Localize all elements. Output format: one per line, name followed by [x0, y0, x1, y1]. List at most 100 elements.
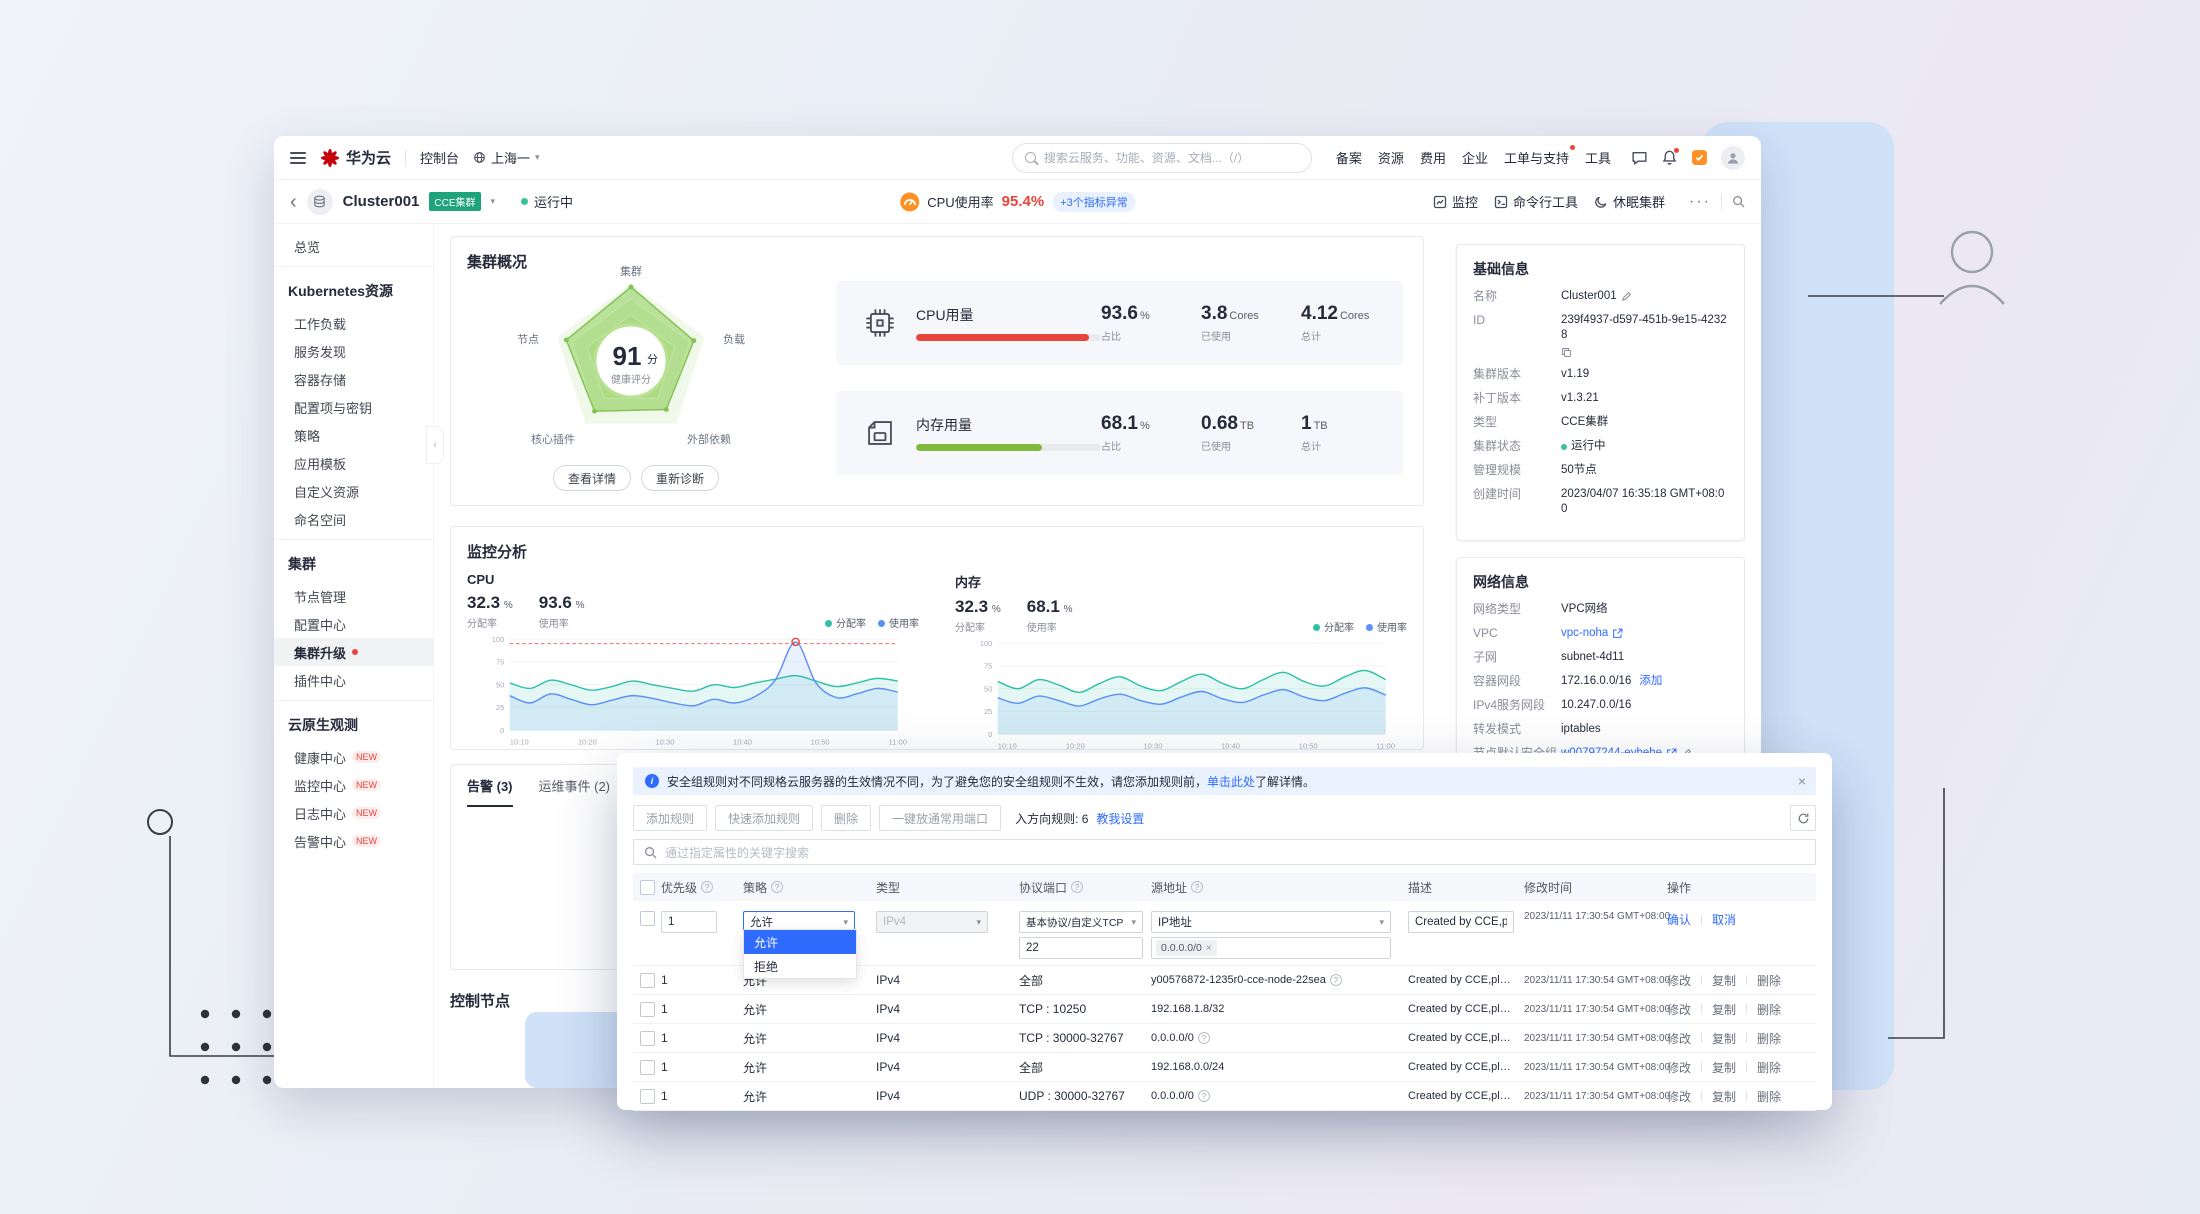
copy-link[interactable]: 复制	[1712, 1030, 1736, 1047]
topnav-link[interactable]: 费用	[1420, 148, 1446, 167]
sidebar-item[interactable]: 告警中心NEW	[274, 827, 433, 855]
refresh-button[interactable]	[1790, 805, 1816, 831]
copy-link[interactable]: 复制	[1712, 1059, 1736, 1076]
source-type-select[interactable]: IP地址▾	[1151, 911, 1391, 933]
select-all-checkbox[interactable]	[640, 880, 655, 895]
legend-item[interactable]: 使用率	[1366, 619, 1407, 634]
delete-link[interactable]: 删除	[1757, 1059, 1781, 1076]
row-checkbox[interactable]	[640, 1060, 655, 1075]
delete-link[interactable]: 删除	[1757, 972, 1781, 989]
topnav-link[interactable]: 企业	[1462, 148, 1488, 167]
help-icon[interactable]: ?	[1071, 881, 1083, 893]
port-input[interactable]	[1019, 937, 1143, 959]
toolbar-button[interactable]: 添加规则	[633, 805, 707, 831]
delete-link[interactable]: 删除	[1757, 1001, 1781, 1018]
global-search[interactable]: 搜索云服务、功能、资源、文档...（/）	[1012, 143, 1312, 173]
remove-tag-icon[interactable]: ×	[1206, 943, 1212, 954]
protocol-select[interactable]: 基本协议/自定义TCP▾	[1019, 911, 1143, 933]
sidebar-item[interactable]: 配置项与密钥	[274, 393, 433, 421]
help-icon[interactable]: ?	[1198, 1032, 1210, 1044]
header-search-icon[interactable]	[1732, 195, 1745, 208]
sidebar-item[interactable]: 日志中心NEW	[274, 799, 433, 827]
region-selector[interactable]: 上海一 ▾	[473, 148, 540, 167]
confirm-link[interactable]: 确认	[1667, 911, 1691, 928]
dropdown-option[interactable]: 拒绝	[744, 954, 856, 978]
topnav-link[interactable]: 工具	[1585, 148, 1611, 167]
external-icon[interactable]	[1612, 628, 1623, 639]
modify-link[interactable]: 修改	[1667, 1059, 1691, 1076]
banner-link[interactable]: 单击此处	[1207, 775, 1255, 789]
modify-link[interactable]: 修改	[1667, 1030, 1691, 1047]
sidebar-item[interactable]: 总览	[274, 232, 433, 260]
source-input[interactable]: 0.0.0.0/0×	[1151, 937, 1391, 959]
copy-icon[interactable]	[1561, 347, 1572, 358]
sidebar-item[interactable]: 命名空间	[274, 505, 433, 533]
row-checkbox[interactable]	[640, 973, 655, 988]
modify-link[interactable]: 修改	[1667, 1088, 1691, 1105]
legend-item[interactable]: 分配率	[825, 615, 866, 630]
row-checkbox[interactable]	[640, 911, 655, 926]
modify-link[interactable]: 修改	[1667, 1001, 1691, 1018]
sidebar-item[interactable]: 容器存储	[274, 365, 433, 393]
modify-link[interactable]: 修改	[1667, 972, 1691, 989]
topnav-link[interactable]: 资源	[1378, 148, 1404, 167]
priority-input[interactable]	[661, 911, 717, 933]
sidebar-item[interactable]: 健康中心NEW	[274, 743, 433, 771]
sidebar-item[interactable]: 配置中心	[274, 610, 433, 638]
action-sleep[interactable]: 休眠集群	[1594, 192, 1665, 211]
menu-icon[interactable]	[290, 152, 306, 164]
help-icon[interactable]: ?	[1191, 881, 1203, 893]
console-link[interactable]: 控制台	[420, 148, 459, 167]
more-icon[interactable]: ···	[1689, 193, 1711, 211]
row-checkbox[interactable]	[640, 1002, 655, 1017]
sidebar-item[interactable]: 集群升级	[274, 638, 433, 666]
notifications[interactable]	[1661, 149, 1678, 166]
sidebar-item[interactable]: 工作负载	[274, 309, 433, 337]
rediagnose-button[interactable]: 重新诊断	[641, 465, 719, 491]
chevron-down-icon[interactable]: ▾	[491, 196, 496, 207]
close-icon[interactable]: ×	[1798, 773, 1806, 789]
toolbar-button[interactable]: 快速添加规则	[715, 805, 813, 831]
action-monitor[interactable]: 监控	[1433, 192, 1478, 211]
action-terminal[interactable]: 命令行工具	[1494, 192, 1578, 211]
topnav-link[interactable]: 备案	[1336, 148, 1362, 167]
sidebar-item[interactable]: 插件中心	[274, 666, 433, 694]
copy-link[interactable]: 复制	[1712, 1001, 1736, 1018]
view-details-button[interactable]: 查看详情	[553, 465, 631, 491]
row-checkbox[interactable]	[640, 1089, 655, 1104]
back-button[interactable]: ‹	[290, 192, 297, 212]
anomaly-badge[interactable]: +3个指标异常	[1052, 192, 1136, 212]
delete-link[interactable]: 删除	[1757, 1088, 1781, 1105]
sidebar-item[interactable]: 服务发现	[274, 337, 433, 365]
table-row[interactable]: 1允许IPv4UDP : 30000-327670.0.0.0/0?Create…	[633, 1082, 1816, 1111]
tab-alarms[interactable]: 告警 (3)	[467, 765, 513, 807]
sidebar-item[interactable]: 监控中心NEW	[274, 771, 433, 799]
description-input[interactable]	[1408, 911, 1514, 933]
huawei-logo[interactable]: 华为云	[320, 147, 391, 168]
table-row[interactable]: 1允许IPv4TCP : 10250192.168.1.8/32Created …	[633, 995, 1816, 1024]
sidebar-item[interactable]: 策略	[274, 421, 433, 449]
help-icon[interactable]: ?	[1198, 1090, 1210, 1102]
delete-link[interactable]: 删除	[1757, 1030, 1781, 1047]
sidebar-item[interactable]: 节点管理	[274, 582, 433, 610]
add-link[interactable]: 添加	[1639, 674, 1662, 689]
avatar[interactable]	[1721, 146, 1745, 170]
sidebar-item[interactable]: 应用模板	[274, 449, 433, 477]
apps-icon[interactable]	[1691, 149, 1708, 166]
toolbar-button[interactable]: 一键放通常用端口	[879, 805, 1001, 831]
legend-item[interactable]: 分配率	[1313, 619, 1354, 634]
edit-icon[interactable]	[1621, 291, 1632, 302]
topnav-link[interactable]: 工单与支持	[1504, 148, 1569, 167]
teach-me-link[interactable]: 教我设置	[1096, 810, 1144, 827]
sidebar-item[interactable]: 自定义资源	[274, 477, 433, 505]
sidebar-collapse-handle[interactable]: ‹	[426, 426, 444, 464]
info-value[interactable]: vpc-noha	[1561, 626, 1623, 641]
chat-icon[interactable]	[1631, 149, 1648, 166]
legend-item[interactable]: 使用率	[878, 615, 919, 630]
help-icon[interactable]: ?	[1330, 974, 1342, 986]
help-icon[interactable]: ?	[771, 881, 783, 893]
copy-link[interactable]: 复制	[1712, 1088, 1736, 1105]
rules-search[interactable]: 通过指定属性的关键字搜索	[633, 839, 1816, 865]
table-row[interactable]: 1允许IPv4TCP : 30000-327670.0.0.0/0?Create…	[633, 1024, 1816, 1053]
dropdown-option[interactable]: 允许	[744, 930, 856, 954]
